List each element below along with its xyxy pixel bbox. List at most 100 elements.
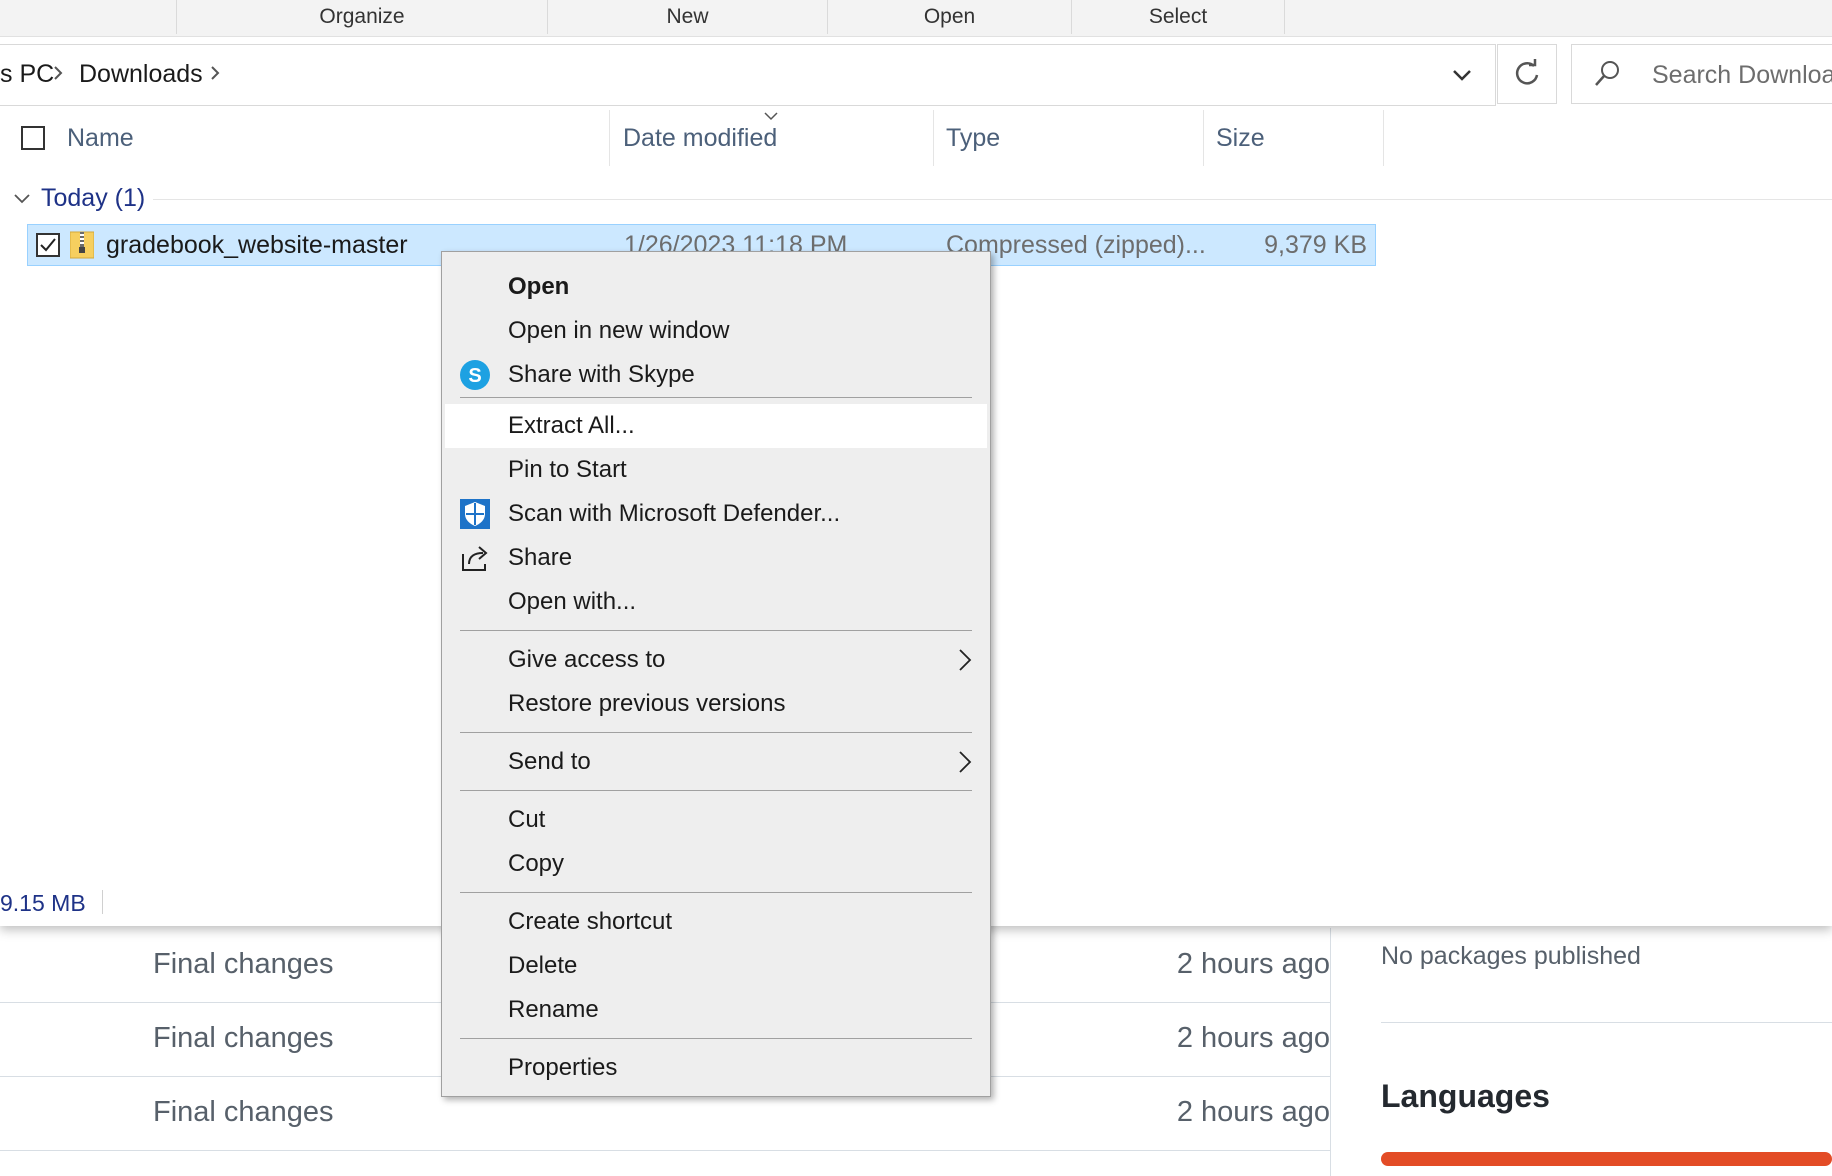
column-divider[interactable] bbox=[933, 110, 934, 166]
address-history-dropdown[interactable] bbox=[1440, 53, 1484, 97]
breadcrumb-this-pc[interactable]: s PC bbox=[0, 60, 54, 89]
breadcrumb-chevron-icon[interactable] bbox=[209, 63, 221, 89]
group-label[interactable]: Today (1) bbox=[41, 184, 145, 213]
menu-separator bbox=[460, 892, 972, 893]
status-selected-size: 9.15 MB bbox=[0, 890, 86, 916]
column-header-type[interactable]: Type bbox=[946, 124, 1000, 153]
menu-item-cut[interactable]: Cut bbox=[442, 798, 990, 842]
menu-item-restore-previous-versions[interactable]: Restore previous versions bbox=[442, 682, 990, 726]
address-path-box[interactable]: s PC Downloads bbox=[0, 44, 1496, 106]
column-header-row: Name Date modified Type Size bbox=[0, 110, 1832, 166]
ribbon-group-organize: Organize bbox=[176, 0, 547, 34]
menu-item-label: Restore previous versions bbox=[508, 690, 786, 717]
menu-item-share-with-skype[interactable]: S Share with Skype bbox=[442, 353, 990, 397]
commit-time: 2 hours ago bbox=[1176, 1096, 1330, 1128]
menu-item-pin-to-start[interactable]: Pin to Start bbox=[442, 448, 990, 492]
menu-separator bbox=[460, 630, 972, 631]
menu-separator bbox=[460, 1038, 972, 1039]
menu-item-label: Pin to Start bbox=[508, 456, 627, 483]
column-divider[interactable] bbox=[609, 110, 610, 166]
menu-item-delete[interactable]: Delete bbox=[442, 944, 990, 988]
ribbon-group-labels: Organize New Open Select bbox=[0, 0, 1832, 37]
commit-message[interactable]: Final changes bbox=[153, 1022, 334, 1055]
column-divider[interactable] bbox=[1383, 110, 1384, 166]
ribbon-group-select: Select bbox=[1071, 0, 1285, 34]
languages-heading: Languages bbox=[1381, 1078, 1550, 1114]
column-header-name[interactable]: Name bbox=[67, 124, 134, 153]
menu-item-extract-all[interactable]: Extract All... bbox=[445, 404, 987, 448]
file-size: 9,379 KB bbox=[1264, 231, 1367, 259]
content-divider bbox=[1330, 928, 1331, 1176]
context-menu: Open Open in new window S Share with Sky… bbox=[441, 251, 991, 1097]
file-name[interactable]: gradebook_website-master bbox=[106, 231, 408, 260]
menu-separator bbox=[460, 732, 972, 733]
sort-descending-icon bbox=[764, 112, 778, 121]
menu-item-label: Give access to bbox=[508, 646, 666, 673]
defender-shield-icon bbox=[460, 499, 490, 529]
menu-item-rename[interactable]: Rename bbox=[442, 988, 990, 1032]
menu-item-label: Share with Skype bbox=[508, 361, 695, 388]
commit-time: 2 hours ago bbox=[1176, 1022, 1330, 1054]
menu-item-label: Send to bbox=[508, 748, 591, 775]
menu-item-open-in-new-window[interactable]: Open in new window bbox=[442, 309, 990, 353]
address-bar: s PC Downloads Search Downloads bbox=[0, 44, 1832, 106]
menu-item-create-shortcut[interactable]: Create shortcut bbox=[442, 900, 990, 944]
menu-item-scan-with-defender[interactable]: Scan with Microsoft Defender... bbox=[442, 492, 990, 536]
menu-item-label: Open in new window bbox=[508, 317, 730, 344]
menu-item-share[interactable]: Share bbox=[442, 536, 990, 580]
menu-item-label: Open bbox=[508, 273, 570, 300]
menu-item-send-to[interactable]: Send to bbox=[442, 740, 990, 784]
menu-item-label: Share bbox=[508, 544, 573, 571]
commit-time: 2 hours ago bbox=[1176, 948, 1330, 980]
menu-item-label: Cut bbox=[508, 806, 546, 833]
skype-icon: S bbox=[460, 360, 490, 390]
group-header-today[interactable]: Today (1) bbox=[0, 180, 1832, 220]
menu-item-label: Create shortcut bbox=[508, 908, 673, 935]
menu-item-label: Open with... bbox=[508, 588, 637, 615]
menu-item-label: Rename bbox=[508, 996, 599, 1023]
ribbon-group-open: Open bbox=[827, 0, 1071, 34]
status-divider bbox=[102, 890, 103, 914]
refresh-button[interactable] bbox=[1497, 44, 1557, 104]
status-bar: 9.15 MB bbox=[0, 884, 200, 920]
no-packages-text: No packages published bbox=[1381, 942, 1641, 970]
refresh-icon bbox=[1515, 59, 1539, 85]
search-icon bbox=[1595, 61, 1619, 86]
breadcrumb-downloads[interactable]: Downloads bbox=[79, 60, 203, 89]
column-header-size[interactable]: Size bbox=[1216, 124, 1265, 153]
menu-item-label: Copy bbox=[508, 850, 565, 877]
menu-item-open-with[interactable]: Open with... bbox=[442, 580, 990, 624]
menu-separator bbox=[460, 397, 972, 398]
group-divider bbox=[153, 199, 1832, 200]
chevron-right-icon bbox=[959, 751, 972, 773]
share-icon bbox=[462, 546, 488, 571]
ribbon-group-new: New bbox=[547, 0, 827, 34]
commit-message[interactable]: Final changes bbox=[153, 1096, 334, 1129]
menu-item-copy[interactable]: Copy bbox=[442, 842, 990, 886]
chevron-down-icon[interactable] bbox=[12, 188, 32, 208]
breadcrumb-chevron-icon[interactable] bbox=[52, 63, 64, 89]
chevron-right-icon bbox=[959, 649, 972, 671]
language-bar bbox=[1381, 1152, 1832, 1166]
menu-item-label: Scan with Microsoft Defender... bbox=[508, 500, 841, 527]
row-checkbox[interactable] bbox=[36, 233, 60, 257]
sidebar-divider bbox=[1381, 1022, 1832, 1023]
checkmark-icon bbox=[40, 238, 56, 252]
zip-folder-icon bbox=[70, 231, 94, 259]
menu-item-label: Properties bbox=[508, 1054, 618, 1081]
search-input[interactable]: Search Downloads bbox=[1571, 44, 1832, 104]
svg-text:S: S bbox=[468, 365, 481, 387]
select-all-checkbox[interactable] bbox=[21, 126, 45, 150]
menu-item-label: Delete bbox=[508, 952, 578, 979]
column-header-date-modified[interactable]: Date modified bbox=[623, 124, 777, 153]
menu-item-properties[interactable]: Properties bbox=[442, 1046, 990, 1090]
search-placeholder: Search Downloads bbox=[1652, 61, 1832, 89]
menu-item-label: Extract All... bbox=[508, 412, 635, 439]
chevron-down-icon bbox=[1453, 70, 1471, 81]
menu-item-open[interactable]: Open bbox=[442, 265, 990, 309]
menu-separator bbox=[460, 790, 972, 791]
column-divider[interactable] bbox=[1203, 110, 1204, 166]
menu-item-give-access-to[interactable]: Give access to bbox=[442, 638, 990, 682]
commit-message[interactable]: Final changes bbox=[153, 948, 334, 981]
repo-sidebar: No packages published Languages bbox=[1381, 928, 1832, 1176]
